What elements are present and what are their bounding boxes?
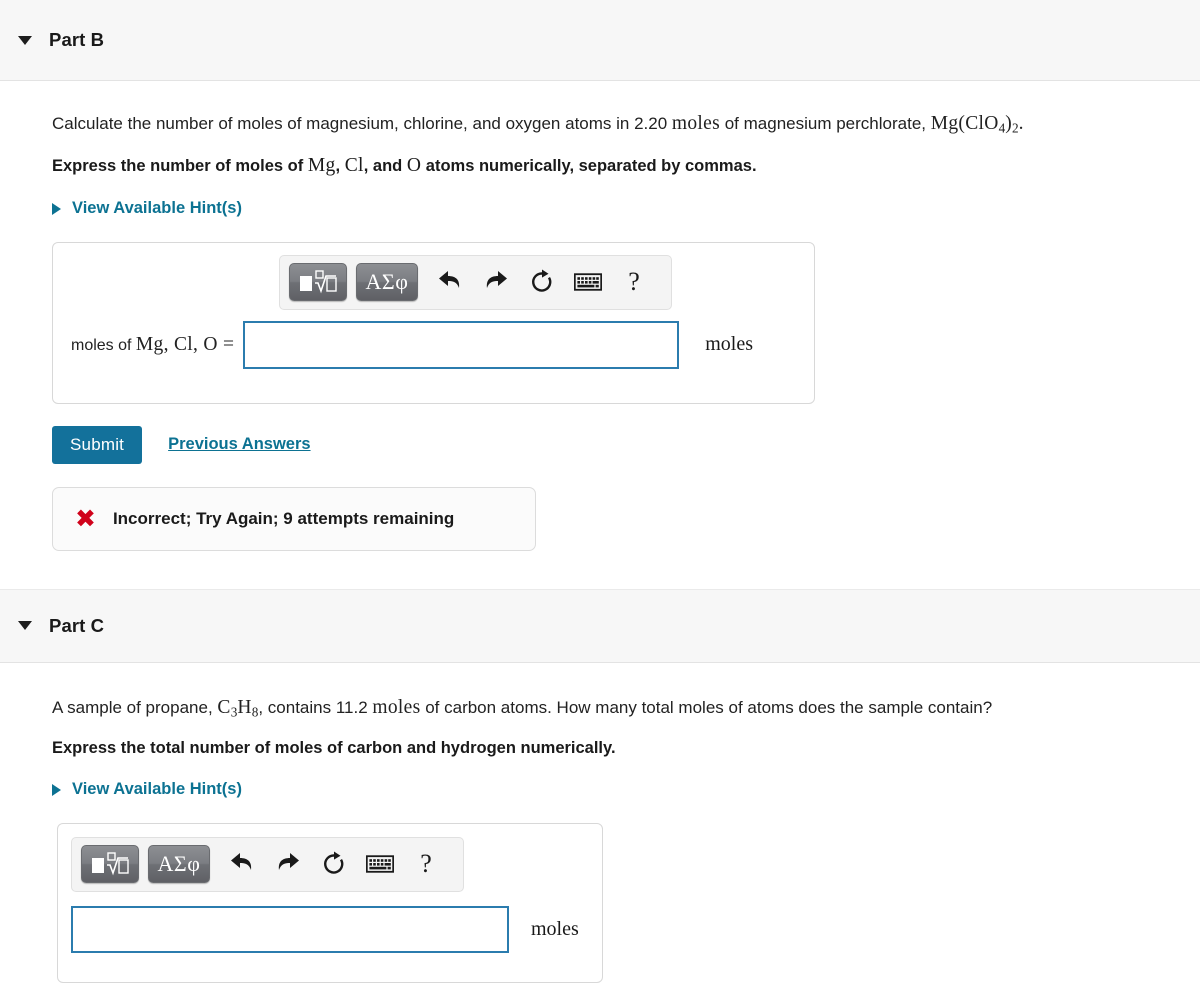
instruction-and: , and	[363, 157, 407, 176]
instruction-pre: Express the number of moles of	[52, 157, 308, 176]
part-c-body: A sample of propane, C3H8, contains 11.2…	[0, 662, 1200, 983]
math-template-icon	[300, 270, 337, 294]
part-c-input-row: moles	[58, 892, 602, 953]
magnesium-perchlorate-formula: Mg(ClO4)2.	[930, 113, 1024, 136]
formula-part-b: )	[1005, 113, 1013, 134]
triangle-right-icon	[52, 202, 61, 215]
part-b-previous-answers-link[interactable]: Previous Answers	[168, 435, 310, 454]
part-c-answer-container: ΑΣφ ? moles	[57, 822, 603, 983]
part-c-question: A sample of propane, C3H8, contains 11.2…	[52, 663, 1200, 722]
assignment-page: Part B Calculate the number of moles of …	[0, 0, 1200, 983]
part-c-answer-input[interactable]	[71, 905, 509, 953]
part-b-unit-label: moles	[705, 333, 754, 356]
reset-glyph	[532, 269, 552, 292]
part-c-header[interactable]: Part C	[0, 588, 1200, 663]
part-b-answer-input[interactable]	[243, 320, 680, 369]
section-spacer	[52, 550, 1200, 589]
question-text-pre: Calculate the number of moles of magnesi…	[52, 114, 672, 133]
instruction-cl: Cl	[344, 155, 364, 177]
undo-glyph	[439, 271, 460, 289]
redo-glyph	[278, 853, 299, 870]
part-b-input-row: moles of Mg, Cl, O = moles	[53, 310, 814, 369]
instruction-o: O	[406, 155, 422, 177]
hint-label: View Available Hint(s)	[72, 780, 242, 798]
part-c-unit-label: moles	[531, 917, 579, 940]
math-template-button[interactable]	[289, 263, 347, 302]
keyboard-glyph	[574, 273, 602, 291]
part-c-question-mid: , contains 11.2	[258, 697, 373, 717]
answer-label-o: O	[203, 333, 218, 355]
formula-period: .	[1018, 113, 1024, 134]
part-b-math-toolbar: ΑΣφ ?	[279, 254, 672, 310]
part-c-instruction: Express the total number of moles of car…	[52, 739, 616, 757]
help-button[interactable]: ?	[611, 263, 657, 301]
part-c-moles-word: moles	[372, 696, 421, 718]
formula-sub-2: 2	[1012, 120, 1019, 136]
greek-letters-button[interactable]: ΑΣφ	[148, 845, 210, 883]
reset-circular-arrow-icon[interactable]	[311, 845, 357, 883]
part-b-title: Part B	[49, 29, 105, 50]
redo-arrow-icon[interactable]	[473, 263, 519, 301]
redo-arrow-icon[interactable]	[265, 845, 311, 883]
undo-arrow-icon[interactable]	[427, 263, 473, 301]
reset-glyph	[324, 851, 344, 874]
keyboard-icon[interactable]	[565, 263, 611, 301]
part-b-feedback-box: ✖ Incorrect; Try Again; 9 attempts remai…	[52, 486, 536, 551]
math-template-button[interactable]	[81, 845, 139, 883]
part-b-question: Calculate the number of moles of magnesi…	[52, 81, 1200, 138]
question-moles-word: moles	[671, 113, 720, 134]
formula-part-a: Mg(ClO	[930, 113, 999, 134]
keyboard-icon[interactable]	[357, 845, 403, 883]
part-b-instruction: Express the number of moles of Mg, Cl, a…	[52, 138, 1200, 177]
part-b-view-hints-link[interactable]: View Available Hint(s)	[52, 199, 242, 218]
part-b-submit-button[interactable]: Submit	[52, 425, 143, 464]
hint-label: View Available Hint(s)	[72, 199, 242, 218]
feedback-message: Incorrect; Try Again; 9 attempts remaini…	[112, 508, 455, 528]
part-c-question-pre: A sample of propane,	[52, 697, 218, 717]
answer-label-mg: Mg	[135, 333, 164, 355]
part-b-submit-row: Submit Previous Answers	[52, 425, 1200, 464]
math-template-icon	[92, 852, 129, 876]
part-b-header[interactable]: Part B	[0, 0, 1200, 81]
part-b-answer-container: ΑΣφ ? moles of Mg, Cl, O = moles	[52, 241, 815, 404]
part-c-math-toolbar: ΑΣφ ?	[71, 836, 464, 892]
formula-c: C	[217, 696, 231, 718]
greek-letters-button[interactable]: ΑΣφ	[356, 263, 418, 302]
part-b-answer-label: moles of Mg, Cl, O =	[71, 334, 234, 356]
x-mark-icon: ✖	[75, 504, 96, 534]
answer-label-cl: Cl	[173, 333, 194, 355]
undo-glyph	[231, 853, 252, 870]
propane-formula: C3H8	[217, 696, 258, 719]
undo-arrow-icon[interactable]	[219, 845, 265, 883]
part-c-view-hints-link[interactable]: View Available Hint(s)	[52, 780, 242, 799]
chevron-down-icon[interactable]	[18, 621, 32, 631]
answer-label-pre: moles of	[71, 336, 136, 354]
keyboard-glyph	[366, 855, 394, 873]
answer-label-equals: =	[217, 333, 235, 355]
reset-circular-arrow-icon[interactable]	[519, 263, 565, 301]
instruction-post: atoms numerically, separated by commas.	[421, 157, 757, 176]
part-c-title: Part C	[49, 614, 105, 636]
answer-label-comma-1: ,	[163, 333, 174, 355]
triangle-right-icon	[52, 783, 61, 796]
question-text-mid: of magnesium perchlorate,	[720, 114, 931, 133]
part-b-body: Calculate the number of moles of magnesi…	[0, 81, 1200, 589]
redo-glyph	[486, 271, 507, 289]
chevron-down-icon[interactable]	[18, 35, 32, 45]
help-button[interactable]: ?	[403, 845, 449, 883]
instruction-mg: Mg	[307, 155, 336, 177]
answer-label-comma-2: ,	[193, 333, 204, 355]
formula-h: H	[237, 696, 252, 718]
instruction-comma-1: ,	[335, 157, 345, 176]
part-c-question-post: of carbon atoms. How many total moles of…	[420, 697, 993, 717]
